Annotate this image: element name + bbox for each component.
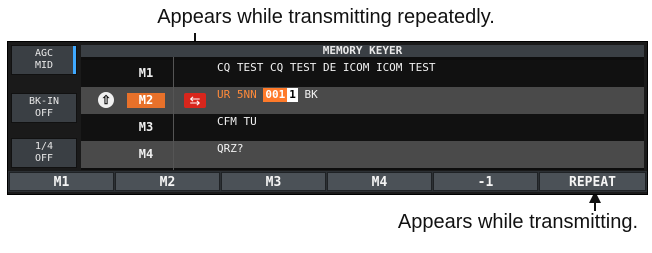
message-suffix: BK	[297, 88, 318, 101]
memory-keyer-panel: MEMORY KEYER M1 CQ TEST CQ TEST DE ICOM …	[81, 45, 644, 170]
agc-label: AGC	[34, 48, 54, 59]
memory-message: CQ TEST CQ TEST DE ICOM ICOM TEST	[217, 61, 436, 74]
memory-key-label: M4	[138, 147, 154, 161]
bk-in-label: BK-IN	[28, 96, 60, 107]
memory-key-label: M3	[138, 120, 154, 134]
counter-step-chip: 1	[287, 88, 298, 102]
annotation-bottom: Appears while transmitting.	[397, 211, 638, 233]
agc-value: MID	[34, 60, 54, 71]
fkey-m3[interactable]: M3	[221, 172, 326, 191]
fkey-minus-one[interactable]: -1	[433, 172, 538, 191]
bk-in-button[interactable]: BK-IN OFF	[11, 93, 77, 123]
message-prefix: UR 5NN	[217, 88, 257, 101]
counter-chip: 001	[263, 88, 288, 102]
quarter-speed-label: 1/4	[34, 141, 54, 152]
quarter-speed-button[interactable]: 1/4 OFF	[11, 138, 77, 168]
up-arrow-icon: ⇧	[98, 92, 114, 108]
quarter-speed-value: OFF	[34, 153, 54, 164]
memory-key-label: M1	[138, 66, 154, 80]
panel-title: MEMORY KEYER	[81, 45, 644, 57]
agc-button[interactable]: AGC MID	[11, 45, 77, 75]
transceiver-screen: AGC MID BK-IN OFF 1/4 OFF MEMORY KEYER M…	[7, 41, 648, 195]
memory-message: QRZ?	[217, 142, 244, 155]
memory-message: UR 5NN 001 1 BK	[217, 88, 318, 102]
memory-row-m4[interactable]: M4 QRZ?	[81, 141, 644, 168]
fkey-repeat[interactable]: REPEAT	[539, 172, 646, 191]
memory-row-m3[interactable]: M3 CFM TU	[81, 114, 644, 141]
fkey-m2[interactable]: M2	[115, 172, 220, 191]
memory-message: CFM TU	[217, 115, 257, 128]
repeat-icon: ⇆	[184, 93, 206, 108]
function-key-bar: M1 M2 M3 M4 -1 REPEAT	[8, 171, 647, 192]
annotation-top: Appears while transmitting repeatedly.	[157, 6, 495, 28]
memory-key-label: M2	[127, 93, 165, 108]
memory-row-m2[interactable]: ⇧ M2 ⇆ UR 5NN 001 1 BK	[81, 87, 644, 114]
fkey-m1[interactable]: M1	[9, 172, 114, 191]
fkey-m4[interactable]: M4	[327, 172, 432, 191]
memory-row-m1[interactable]: M1 CQ TEST CQ TEST DE ICOM ICOM TEST	[81, 60, 644, 87]
bk-in-value: OFF	[34, 108, 54, 119]
column-divider	[173, 57, 174, 170]
